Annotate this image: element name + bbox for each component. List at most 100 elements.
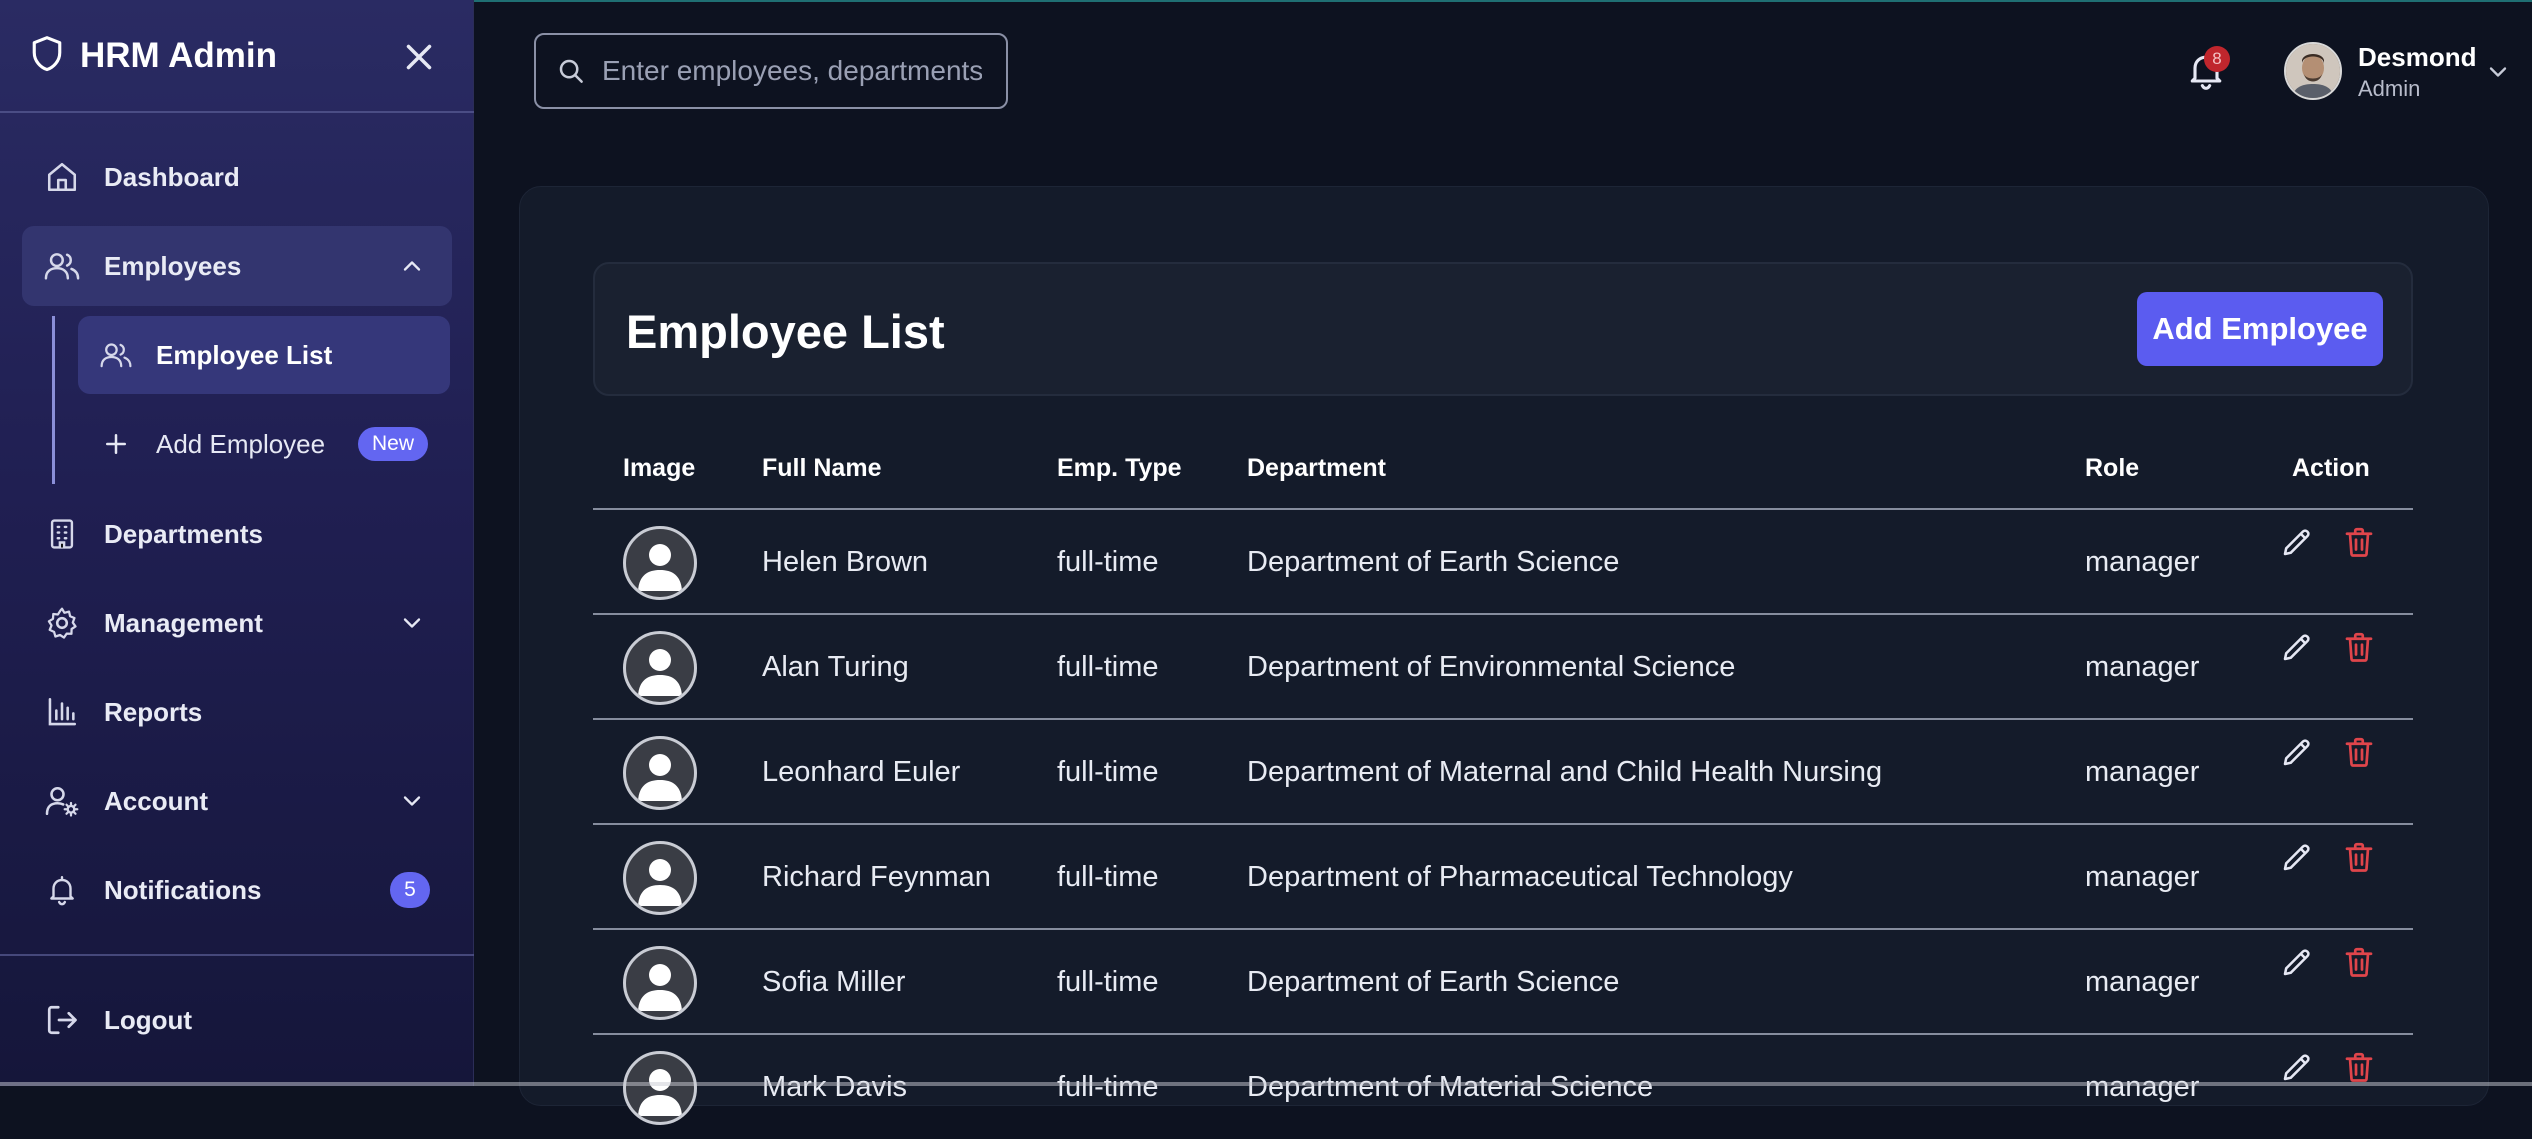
pencil-icon: [2279, 529, 2315, 564]
sidebar-item-dashboard[interactable]: Dashboard: [22, 137, 452, 217]
sidebar-item-label: Notifications: [104, 874, 262, 905]
app-title: HRM Admin: [80, 36, 278, 75]
edit-button[interactable]: [2279, 734, 2319, 774]
column-header-image: Image: [623, 454, 696, 482]
employee-name: Sofia Miller: [762, 966, 906, 998]
table-row: Leonhard Euler full-time Department of Mat…: [593, 720, 2413, 824]
trash-icon: [2341, 1052, 2377, 1089]
sidebar-item-management[interactable]: Management: [22, 583, 452, 663]
employee-role: manager: [2085, 756, 2200, 788]
search-box: [534, 33, 1008, 109]
employee-role: manager: [2085, 546, 2200, 578]
notification-count-badge: 8: [2204, 46, 2230, 72]
home-icon: [42, 157, 82, 197]
column-header-emp-type: Emp. Type: [1057, 454, 1182, 482]
user-menu-toggle[interactable]: [2484, 58, 2512, 86]
employee-type: full-time: [1057, 861, 1159, 893]
users-icon: [42, 246, 82, 286]
bell-icon: [42, 870, 82, 910]
trash-icon: [2341, 842, 2377, 879]
employee-type: full-time: [1057, 966, 1159, 998]
employee-department: Department of Material Science: [1247, 1071, 1654, 1103]
delete-button[interactable]: [2341, 944, 2381, 984]
delete-button[interactable]: [2341, 734, 2381, 774]
users-icon: [98, 337, 134, 373]
edit-button[interactable]: [2279, 944, 2319, 984]
edit-button[interactable]: [2279, 839, 2319, 879]
pencil-icon: [2279, 739, 2315, 774]
user-silhouette-icon: [626, 649, 694, 702]
chevron-up-icon: [398, 252, 426, 280]
user-silhouette-icon: [626, 544, 694, 597]
pencil-icon: [2279, 844, 2315, 879]
column-header-action: Action: [2292, 454, 2370, 482]
trash-icon: [2341, 527, 2377, 564]
employee-department: Department of Maternal and Child Health …: [1247, 756, 1883, 788]
logout-label: Logout: [104, 1004, 193, 1035]
user-silhouette-icon: [626, 964, 694, 1017]
sidebar-divider: [0, 954, 474, 956]
search-input[interactable]: [600, 54, 984, 88]
employee-type: full-time: [1057, 756, 1159, 788]
sidebar-item-reports[interactable]: Reports: [22, 672, 452, 752]
trash-icon: [2341, 737, 2377, 774]
avatar-image: [2286, 44, 2340, 98]
brand: HRM Admin: [30, 28, 277, 84]
logout-button[interactable]: Logout: [22, 980, 452, 1060]
search-icon: [556, 56, 586, 86]
user-silhouette-icon: [626, 754, 694, 807]
subnav-guide-line: [52, 316, 55, 484]
employee-type: full-time: [1057, 1071, 1159, 1103]
employee-avatar: [623, 841, 697, 915]
user-name[interactable]: Desmond: [2358, 42, 2476, 73]
table-row: Alan Turing full-time Department of Enviro…: [593, 615, 2413, 719]
table-row: Richard Feynman full-time Department of Ph…: [593, 825, 2413, 929]
employee-name: Richard Feynman: [762, 861, 991, 893]
sidebar-item-label: Departments: [104, 518, 263, 549]
sidebar-item-departments[interactable]: Departments: [22, 494, 452, 574]
delete-button[interactable]: [2341, 629, 2381, 669]
add-employee-button[interactable]: Add Employee: [2137, 292, 2383, 366]
page-title: Employee List: [626, 305, 945, 358]
column-header-role: Role: [2085, 454, 2140, 482]
chevron-down-icon: [398, 787, 426, 815]
edit-button[interactable]: [2279, 629, 2319, 669]
user-role: Admin: [2358, 76, 2421, 101]
sidebar-item-label: Employees: [104, 250, 242, 281]
window-bottom-edge: [0, 1082, 2532, 1086]
sidebar-item-employees[interactable]: Employees: [22, 226, 452, 306]
trash-icon: [2341, 947, 2377, 984]
sidebar-item-label: Account: [104, 785, 208, 816]
plus-icon: [98, 426, 134, 462]
logout-icon: [42, 1000, 82, 1040]
sidebar-subitem-add-employee[interactable]: Add Employee New: [78, 405, 450, 483]
sidebar-subitem-label: Employee List: [156, 339, 333, 370]
delete-button[interactable]: [2341, 524, 2381, 564]
user-silhouette-icon: [626, 859, 694, 912]
employee-name: Alan Turing: [762, 651, 909, 683]
employee-avatar: [623, 631, 697, 705]
edit-button[interactable]: [2279, 524, 2319, 564]
column-header-full-name: Full Name: [762, 454, 882, 482]
pencil-icon: [2279, 949, 2315, 984]
sidebar-item-notifications[interactable]: Notifications 5: [22, 850, 452, 930]
user-silhouette-icon: [626, 1069, 694, 1122]
table-row: Sofia Miller full-time Department of Earth…: [593, 930, 2413, 1034]
close-sidebar-button[interactable]: [398, 36, 440, 78]
employee-avatar: [623, 946, 697, 1020]
shield-icon: [30, 35, 64, 78]
sidebar-divider: [0, 111, 474, 113]
employee-department: Department of Earth Science: [1247, 966, 1620, 998]
sidebar-item-label: Management: [104, 607, 263, 638]
avatar[interactable]: [2284, 42, 2342, 100]
employee-name: Helen Brown: [762, 546, 929, 578]
employee-avatar: [623, 736, 697, 810]
sidebar-subitem-employee-list[interactable]: Employee List: [78, 316, 450, 394]
delete-button[interactable]: [2341, 839, 2381, 879]
sidebar-item-account[interactable]: Account: [22, 761, 452, 841]
close-icon: [406, 44, 432, 70]
chevron-down-icon: [398, 609, 426, 637]
employee-name: Mark Davis: [762, 1071, 908, 1103]
employee-role: manager: [2085, 651, 2200, 683]
employee-avatar: [623, 526, 697, 600]
